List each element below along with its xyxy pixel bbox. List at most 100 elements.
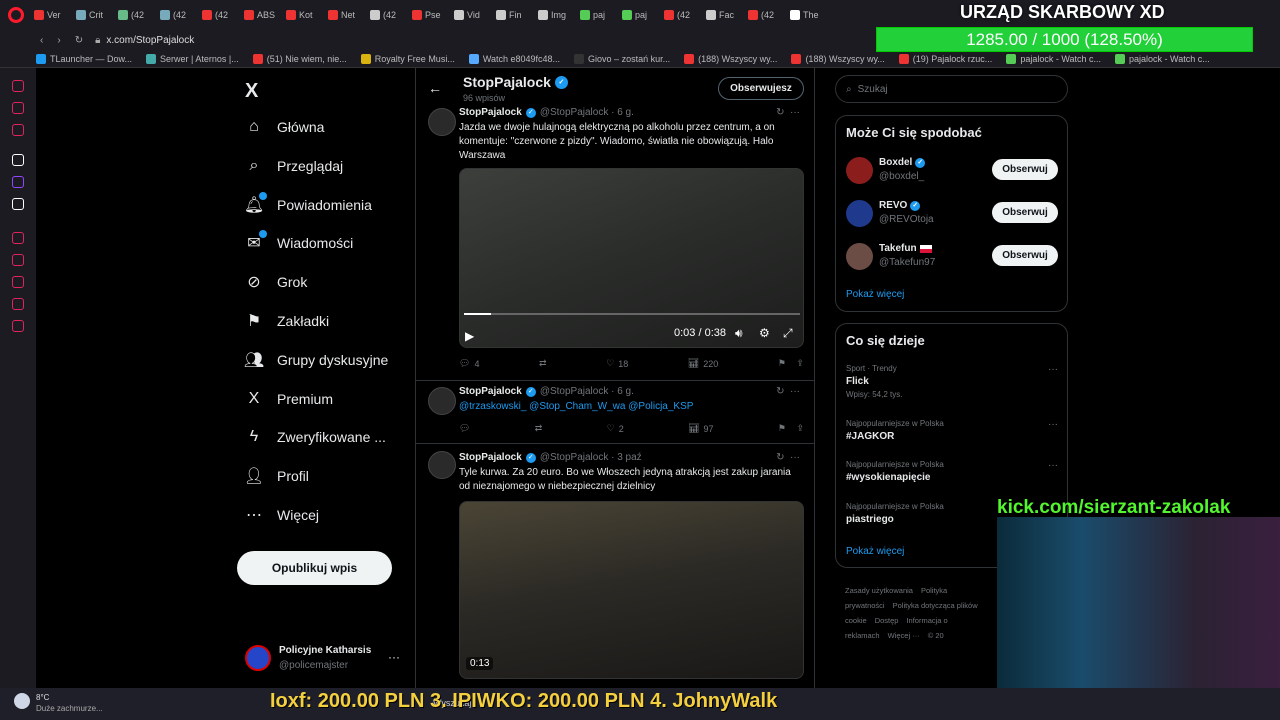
opera-logo-icon[interactable] [8,7,24,23]
footer-link[interactable]: Zasady użytkowania [845,586,913,595]
sidebar-app-icon[interactable] [12,232,24,244]
tweet-more-icon[interactable]: ↻ ··· [776,452,800,463]
browser-tab[interactable]: Img [534,4,576,26]
tweet[interactable]: StopPajalock ✓ @StopPajalock · 6 g. ↻ ··… [416,381,814,444]
bookmark-item[interactable]: (51) Nie wiem, nie... [252,53,347,64]
tweet-mentions[interactable]: @trzaskowski_ @Stop_Cham_W_wa @Policja_K… [459,400,804,414]
show-more-link[interactable]: Pokaż więcej [846,546,904,557]
tweet-video[interactable]: 0:13 [459,501,804,679]
nav-item-bookmark[interactable]: ⚑ Zakładki [245,312,329,330]
bookmark-item[interactable]: (188) Wszyscy wy... [791,53,885,64]
x-icon[interactable] [12,198,24,210]
bookmark-button[interactable]: ⚑ ⇪ [778,423,804,434]
browser-tab[interactable]: (42 [198,4,240,26]
sidebar-app-icon[interactable] [12,102,24,114]
like-button[interactable]: ♡ 18 [606,358,628,369]
bookmark-item[interactable]: pajalock - Watch c... [1115,53,1210,64]
tweet-handle[interactable]: @StopPajalock · 3 paź [540,452,642,463]
trend-item[interactable]: Najpopularniejsze w Polska #wysokienapię… [846,460,1058,483]
follow-button[interactable]: Obserwuj [992,159,1058,180]
sidebar-app-icon[interactable] [12,298,24,310]
bookmark-item[interactable]: Watch e8049fc48... [468,53,560,64]
retweet-button[interactable]: ⇄ [535,423,543,434]
bookmark-item[interactable]: pajalock - Watch c... [1006,53,1101,64]
reload-icon[interactable]: ↻ [75,35,83,46]
share-icon[interactable]: ⇪ [796,423,804,434]
search-box[interactable]: ⌕ Szukaj [835,75,1068,103]
post-button[interactable]: Opublikuj wpis [237,551,392,585]
browser-tab[interactable]: Net [324,4,366,26]
browser-tab[interactable]: paj [618,4,660,26]
follow-suggestion[interactable]: Boxdel ✓ @boxdel_ Obserwuj [846,155,1058,195]
browser-tab[interactable]: Vid [450,4,492,26]
user-avatar[interactable] [846,200,873,227]
tweet[interactable]: StopPajalock ✓ @StopPajalock · 3 paź ↻ ·… [416,444,814,688]
bookmark-button[interactable]: ⚑ ⇪ [778,358,804,369]
twitch-icon[interactable] [12,176,24,188]
bookmark-item[interactable]: Royalty Free Musi... [360,53,455,64]
tweet[interactable]: StopPajalock ✓ @StopPajalock · 6 g. ↻ ··… [416,104,814,381]
browser-tab[interactable]: Kot [282,4,324,26]
browser-tab[interactable]: ABS [240,4,282,26]
settings-icon[interactable] [12,320,24,332]
bookmark-item[interactable]: TLauncher — Dow... [36,53,132,64]
sidebar-app-icon[interactable] [12,80,24,92]
trend-item[interactable]: Sport · Trendy Flick Wpisy: 54,2 tys. ··… [846,364,1058,399]
retweet-button[interactable]: ⇄ [539,358,547,369]
views-button[interactable]: 📊︎ 97 [688,423,713,434]
bookmark-item[interactable]: (188) Wszyscy wy... [684,53,777,64]
browser-tab[interactable]: The [786,4,828,26]
trend-more-icon[interactable]: ··· [1048,460,1058,471]
back-icon[interactable]: ‹ [40,35,43,46]
following-button[interactable]: Obserwujesz [718,77,804,100]
settings-icon[interactable]: ⚙ [759,326,770,340]
bookmark-item[interactable]: Giovo – zostań kur... [574,53,670,64]
user-avatar[interactable] [846,157,873,184]
footer-link[interactable]: Dostęp [875,616,899,625]
show-more-link[interactable]: Pokaż więcej [846,289,904,300]
tweet-more-icon[interactable]: ↻ ··· [776,107,800,118]
views-button[interactable]: 📊︎ 220 [688,358,718,369]
trend-more-icon[interactable]: ··· [1048,364,1058,375]
reply-button[interactable]: 💬︎ 4 [459,358,479,369]
follow-button[interactable]: Obserwuj [992,245,1058,266]
volume-icon[interactable]: 🔊︎ [735,326,743,341]
tweet-author[interactable]: StopPajalock [459,386,522,397]
account-avatar[interactable] [245,645,271,671]
browser-tab[interactable]: Fin [492,4,534,26]
user-name[interactable]: REVO ✓ [879,200,921,211]
follow-suggestion[interactable]: REVO ✓ @REVOtoja Obserwuj [846,198,1058,238]
nav-item-home[interactable]: ⌂ Główna [245,118,324,136]
browser-tab[interactable]: (42 [114,4,156,26]
browser-tab[interactable]: (42 [660,4,702,26]
browser-tab[interactable]: Ver [30,4,72,26]
nav-item-grok[interactable]: ⊘ Grok [245,273,307,291]
nav-item-search[interactable]: ⌕ Przeglądaj [245,157,344,175]
nav-item-premium[interactable]: X Premium [245,390,333,408]
bookmark-item[interactable]: Serwer | Aternos |... [146,53,239,64]
user-name[interactable]: Boxdel ✓ [879,157,926,168]
tweet-author[interactable]: StopPajalock [459,107,522,118]
trend-more-icon[interactable]: ··· [1048,419,1058,430]
bookmark-item[interactable]: (19) Pajalock rzuc... [898,53,992,64]
sidebar-app-icon[interactable] [12,254,24,266]
tweet-avatar[interactable] [428,108,456,136]
forward-icon[interactable]: › [57,35,60,46]
footer-link[interactable]: Więcej ··· [888,631,920,640]
account-menu-icon[interactable]: ··· [388,650,400,664]
nav-item-profile[interactable]: 👤︎ Profil [244,467,309,485]
sidebar-app-icon[interactable] [12,154,24,166]
nav-item-lightning[interactable]: ϟ Zweryfikowane ... [245,428,386,446]
tweet-author[interactable]: StopPajalock [459,452,522,463]
follow-button[interactable]: Obserwuj [992,202,1058,223]
nav-item-more[interactable]: ⋯ Więcej [245,506,319,524]
fullscreen-icon[interactable]: ⤢ [783,326,793,341]
x-logo-icon[interactable]: X [245,80,258,103]
back-arrow-icon[interactable]: ← [428,80,442,96]
history-icon[interactable] [12,276,24,288]
browser-tab[interactable]: (42 [366,4,408,26]
play-icon[interactable]: ▶ [465,329,474,343]
video-scrubber[interactable] [464,313,800,315]
trend-item[interactable]: Najpopularniejsze w Polska #JAGKOR ··· [846,419,1058,442]
browser-tab[interactable]: Fac [702,4,744,26]
